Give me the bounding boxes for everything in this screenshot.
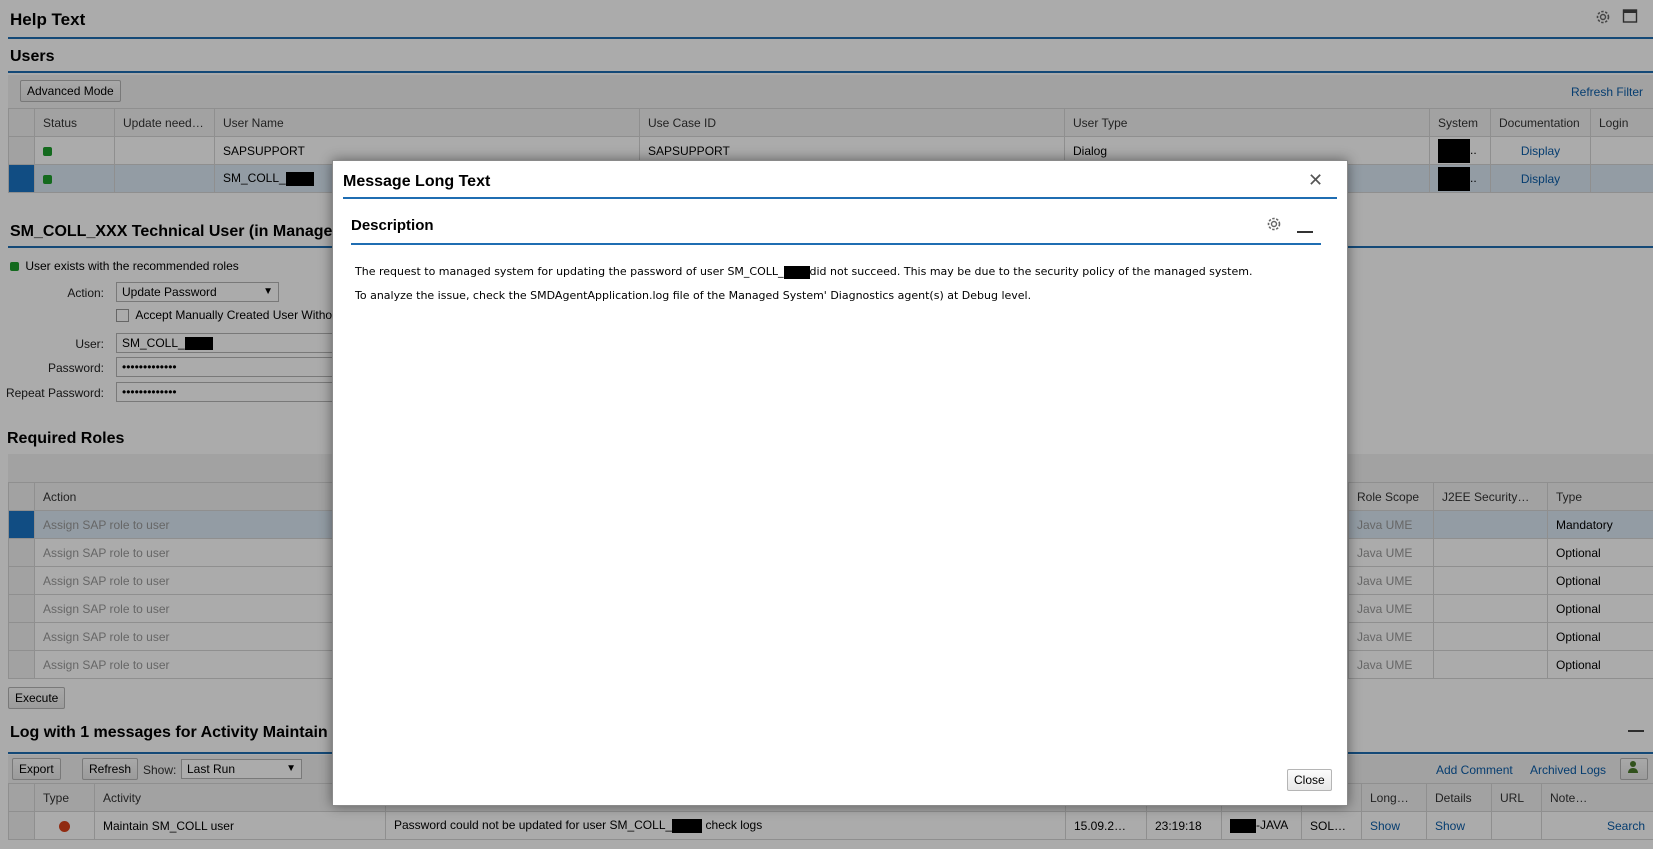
description-section-title: Description (351, 217, 434, 234)
close-button[interactable]: Close (1287, 769, 1332, 791)
message-line-1: The request to managed system for updati… (355, 265, 1253, 279)
minimize-icon[interactable] (1297, 231, 1313, 233)
dialog-title: Message Long Text (343, 173, 491, 190)
settings-icon[interactable] (1265, 215, 1283, 236)
description-divider (351, 243, 1321, 245)
message-long-text-dialog: Message Long Text ✕ Description The requ… (332, 160, 1348, 806)
message-line-2: To analyze the issue, check the SMDAgent… (355, 289, 1032, 302)
dialog-title-divider (343, 197, 1337, 199)
close-icon[interactable]: ✕ (1308, 170, 1323, 190)
redaction-block (783, 265, 810, 279)
